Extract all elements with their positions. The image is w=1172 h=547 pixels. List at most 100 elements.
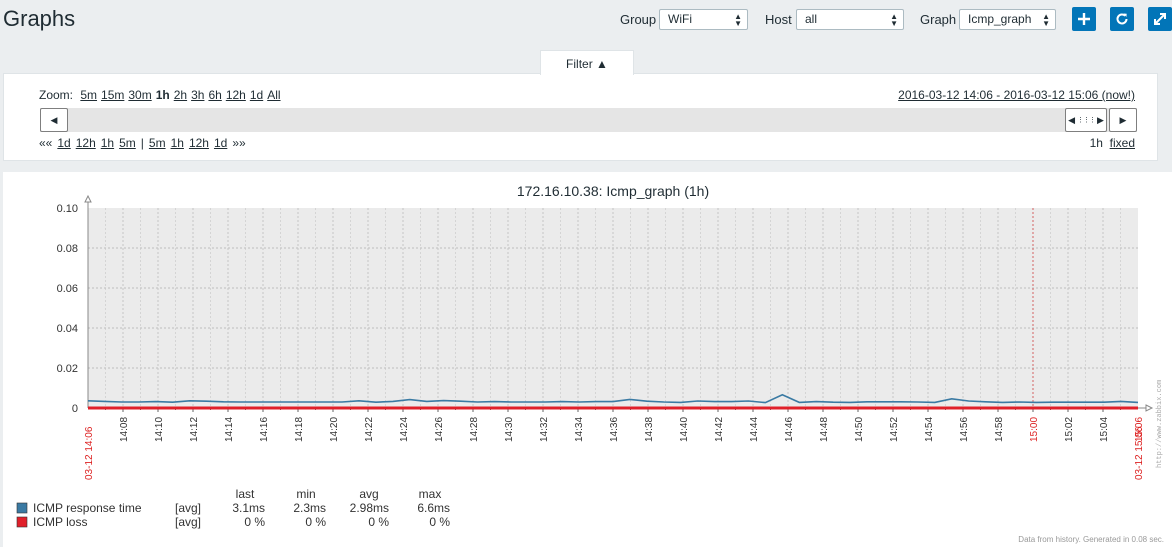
x-tick-label: 14:52 bbox=[889, 417, 900, 442]
arrow-right-icon: ▶ bbox=[1119, 114, 1127, 125]
x-tick-label: 14:34 bbox=[574, 417, 585, 442]
x-axis-arrow bbox=[1145, 404, 1154, 412]
nav-fwd-2[interactable]: 12h bbox=[189, 136, 209, 150]
group-select-value: WiFi bbox=[668, 12, 692, 26]
legend-color-0 bbox=[16, 502, 28, 514]
scroll-left-button[interactable]: ◀ bbox=[40, 108, 68, 132]
generated-info: Data from history. Generated in 0.08 sec… bbox=[1018, 535, 1164, 544]
nav-back-3[interactable]: 1h bbox=[101, 136, 114, 150]
x-tick-label: 14:46 bbox=[784, 417, 795, 442]
zoom-options: 5m 15m 30m 1h 2h 3h 6h 12h 1d All bbox=[80, 88, 284, 102]
zoom-option-1h[interactable]: 1h bbox=[156, 88, 170, 102]
legend-last: 3.1ms bbox=[232, 501, 265, 515]
nav-back-0[interactable]: «« bbox=[39, 136, 52, 150]
filter-panel: Zoom: 5m 15m 30m 1h 2h 3h 6h 12h 1d All 2016-03-1… bbox=[3, 73, 1158, 161]
nav-fwd-0[interactable]: 5m bbox=[149, 136, 166, 150]
y-axis-arrow bbox=[84, 194, 92, 203]
y-tick-label: 0.04 bbox=[57, 323, 78, 335]
fullscreen-button[interactable] bbox=[1148, 7, 1172, 31]
period-navigation: «« 1d 12h 1h 5m | 5m 1h 12h 1d »» bbox=[39, 136, 251, 150]
x-tick-label: 14:16 bbox=[259, 417, 270, 442]
nav-back-2[interactable]: 12h bbox=[76, 136, 96, 150]
refresh-icon bbox=[1116, 13, 1128, 25]
legend-header-last: last bbox=[236, 487, 255, 501]
zoom-option-15m[interactable]: 15m bbox=[101, 88, 124, 102]
legend-last: 0 % bbox=[244, 515, 265, 529]
x-tick-label: 14:48 bbox=[819, 417, 830, 442]
x-tick-label: 14:32 bbox=[539, 417, 550, 442]
legend-min: 2.3ms bbox=[293, 501, 326, 515]
legend-avg: 2.98ms bbox=[350, 501, 389, 515]
x-tick-label: 15:00 bbox=[1029, 417, 1040, 442]
nav-separator: | bbox=[140, 136, 144, 150]
nav-fwd-4[interactable]: »» bbox=[232, 136, 245, 150]
legend-header-max: max bbox=[419, 487, 442, 501]
legend-name: ICMP loss bbox=[33, 515, 87, 529]
x-tick-label: 14:18 bbox=[294, 417, 305, 442]
x-tick-label: 14:36 bbox=[609, 417, 620, 442]
x-tick-label: 14:58 bbox=[994, 417, 1005, 442]
zoom-option-1d[interactable]: 1d bbox=[250, 88, 263, 102]
y-tick-label: 0.08 bbox=[57, 243, 78, 255]
fullscreen-icon bbox=[1154, 13, 1166, 25]
nav-back-1[interactable]: 1d bbox=[57, 136, 70, 150]
x-end-label: 03-12 15:06 bbox=[1134, 426, 1145, 480]
x-tick-label: 15:02 bbox=[1064, 417, 1075, 442]
x-tick-label: 14:10 bbox=[154, 417, 165, 442]
legend-max: 6.6ms bbox=[417, 501, 450, 515]
legend-func: [avg] bbox=[175, 515, 201, 529]
period-mode-link[interactable]: fixed bbox=[1110, 136, 1135, 150]
graph-panel: 172.16.10.38: Icmp_graph (1h) 0.10 0.08 0.0… bbox=[3, 172, 1172, 547]
period-info: 1h fixed bbox=[1090, 136, 1135, 150]
scroll-right-button[interactable]: ▶ bbox=[1109, 108, 1137, 132]
group-label: Group bbox=[620, 12, 657, 27]
arrow-left-icon: ◀ bbox=[50, 114, 58, 125]
x-tick-label: 14:22 bbox=[364, 417, 375, 442]
graph-select[interactable]: Icmp_graph ▲ ▼ bbox=[959, 9, 1056, 30]
select-arrows-icon: ▲ ▼ bbox=[1042, 12, 1050, 28]
legend-max: 0 % bbox=[429, 515, 450, 529]
zoom-option-6h[interactable]: 6h bbox=[208, 88, 221, 102]
graph-select-value: Icmp_graph bbox=[968, 12, 1032, 26]
x-tick-label: 14:30 bbox=[504, 417, 515, 442]
x-tick-label: 15:04 bbox=[1099, 417, 1110, 442]
select-arrows-icon: ▲ ▼ bbox=[734, 12, 742, 28]
nav-fwd-1[interactable]: 1h bbox=[171, 136, 184, 150]
filter-tab[interactable]: Filter ▲ bbox=[540, 50, 634, 75]
zoom-option-2h[interactable]: 2h bbox=[174, 88, 187, 102]
page-header: Graphs Group WiFi ▲ ▼ Host all ▲ ▼ Graph I… bbox=[0, 0, 1172, 38]
period-value: 1h bbox=[1089, 136, 1103, 150]
scroll-handle[interactable]: ◀ ⋮⋮⋮ ▶ bbox=[1065, 108, 1107, 132]
nav-back-4[interactable]: 5m bbox=[119, 136, 136, 150]
x-tick-label: 14:42 bbox=[714, 417, 725, 442]
host-select[interactable]: all ▲ ▼ bbox=[796, 9, 904, 30]
refresh-button[interactable] bbox=[1110, 7, 1134, 31]
x-tick-label: 14:20 bbox=[329, 417, 340, 442]
timeline-scrollbar[interactable]: ◀ ◀ ⋮⋮⋮ ▶ ▶ bbox=[40, 108, 1137, 132]
x-tick-label: 14:50 bbox=[854, 417, 865, 442]
legend-func: [avg] bbox=[175, 501, 201, 515]
y-tick-label: 0.10 bbox=[57, 203, 78, 215]
x-tick-label: 14:54 bbox=[924, 417, 935, 442]
x-start-label: 03-12 14:06 bbox=[84, 426, 95, 480]
select-arrows-icon: ▲ ▼ bbox=[890, 12, 898, 28]
x-tick-label: 14:08 bbox=[119, 417, 130, 442]
add-to-favourites-button[interactable] bbox=[1072, 7, 1096, 31]
zoom-option-3h[interactable]: 3h bbox=[191, 88, 204, 102]
grip-icon: ⋮⋮⋮ bbox=[1077, 117, 1096, 124]
time-range[interactable]: 2016-03-12 14:06 - 2016-03-12 15:06 (now… bbox=[898, 88, 1135, 102]
x-tick-label: 14:12 bbox=[189, 417, 200, 442]
nav-fwd-3[interactable]: 1d bbox=[214, 136, 227, 150]
plus-icon bbox=[1078, 13, 1090, 25]
watermark: http://www.zabbix.com bbox=[1156, 380, 1164, 468]
host-label: Host bbox=[765, 12, 792, 27]
x-tick-label: 14:40 bbox=[679, 417, 690, 442]
zoom-option-5m[interactable]: 5m bbox=[80, 88, 97, 102]
x-tick-label: 14:28 bbox=[469, 417, 480, 442]
zoom-bar: Zoom: 5m 15m 30m 1h 2h 3h 6h 12h 1d All bbox=[39, 88, 289, 102]
zoom-option-30m[interactable]: 30m bbox=[128, 88, 151, 102]
zoom-option-all[interactable]: All bbox=[267, 88, 280, 102]
x-tick-label: 14:38 bbox=[644, 417, 655, 442]
zoom-option-12h[interactable]: 12h bbox=[226, 88, 246, 102]
group-select[interactable]: WiFi ▲ ▼ bbox=[659, 9, 748, 30]
